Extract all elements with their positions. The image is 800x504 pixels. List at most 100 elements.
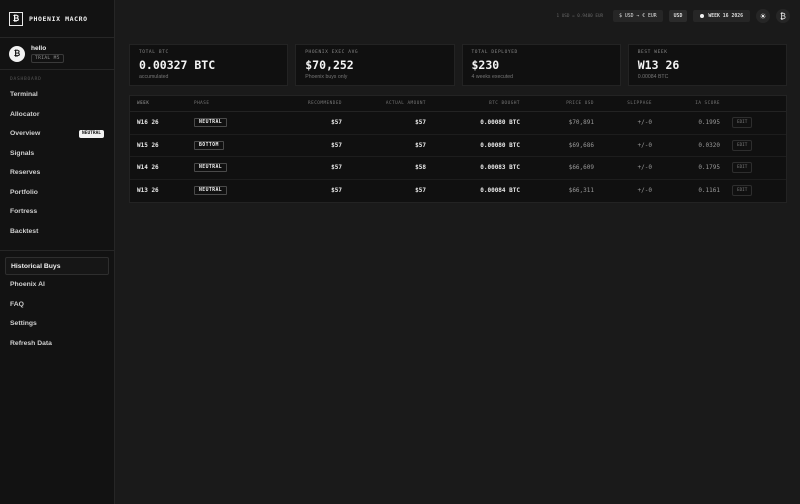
column-header-recommended: RECOMMENDED	[308, 101, 342, 106]
cell-actual-amount: $57	[415, 119, 426, 127]
user-name: hello	[31, 44, 47, 52]
plan-badge: TRIAL M5	[31, 53, 64, 63]
cell-ia-score: 0.1795	[698, 164, 720, 172]
cell-btc-bought: 0.00080 BTC	[480, 119, 520, 127]
cell-actual-amount: $57	[415, 187, 426, 195]
sidebar-item-label: Fortress	[10, 208, 38, 216]
stat-subtext: accumulated	[139, 74, 169, 80]
main-nav: Terminal Allocator Overview NEUTRAL Sign…	[0, 85, 114, 241]
cell-week: W16 26	[137, 119, 159, 127]
sidebar-item-label: Reserves	[10, 169, 41, 177]
sidebar: ₿ PHOENIX MACRO ₿ hello TRIAL M5 DASHBOA…	[0, 0, 115, 504]
secondary-nav: Historical Buys Phoenix AI FAQ Settings …	[0, 257, 114, 353]
stat-subtext: Phoenix buys only	[305, 74, 348, 80]
sidebar-item-label: Phoenix AI	[10, 281, 45, 289]
brand-name: PHOENIX MACRO	[29, 14, 88, 23]
currency-selector[interactable]: USD	[668, 10, 688, 22]
week-indicator: WEEK 16 2026	[693, 10, 750, 22]
stat-card-exec-avg: PHOENIX EXEC AVG $70,252 Phoenix buys on…	[295, 44, 455, 86]
cell-slippage: +/-0	[637, 164, 652, 172]
cell-actual-amount: $58	[415, 164, 426, 172]
stat-label: TOTAL BTC	[139, 50, 169, 55]
column-header-ia-score: IA SCORE	[695, 101, 720, 106]
phase-badge: NEUTRAL	[194, 186, 228, 196]
cell-ia-score: 0.1995	[698, 119, 720, 127]
sidebar-item-label: Terminal	[10, 91, 38, 99]
sidebar-item-historical-buys[interactable]: Historical Buys	[5, 257, 109, 275]
sidebar-item-backtest[interactable]: Backtest	[0, 222, 114, 242]
cell-week: W14 26	[137, 164, 159, 172]
stat-label: TOTAL DEPLOYED	[471, 50, 518, 55]
sidebar-item-refresh-data[interactable]: Refresh Data	[0, 334, 114, 354]
stat-value: 0.00327 BTC	[139, 58, 216, 72]
edit-button[interactable]: EDIT	[732, 185, 753, 197]
cell-ia-score: 0.0320	[698, 141, 720, 149]
sidebar-item-terminal[interactable]: Terminal	[0, 85, 114, 105]
column-header-week: WEEK	[137, 101, 150, 106]
phase-badge: BOTTOM	[194, 140, 224, 150]
sun-icon[interactable]: ☀	[756, 9, 770, 23]
edit-button[interactable]: EDIT	[732, 139, 753, 151]
table-row: W15 26 BOTTOM $57 $57 0.00080 BTC $69,68…	[130, 135, 786, 157]
stat-card-total-deployed: TOTAL DEPLOYED $230 4 weeks executed	[461, 44, 621, 86]
week-label: WEEK 16 2026	[708, 13, 743, 19]
user-profile[interactable]: ₿ hello TRIAL M5	[0, 38, 114, 70]
stat-label: PHOENIX EXEC AVG	[305, 50, 359, 55]
sidebar-item-allocator[interactable]: Allocator	[0, 105, 114, 125]
sidebar-item-label: Overview	[10, 130, 41, 138]
column-header-btc-bought: BTC BOUGHT	[489, 101, 520, 106]
avatar-icon: ₿	[9, 45, 25, 62]
sidebar-item-fortress[interactable]: Fortress	[0, 202, 114, 222]
sidebar-item-reserves[interactable]: Reserves	[0, 163, 114, 183]
cell-slippage: +/-0	[637, 187, 652, 195]
sidebar-item-faq[interactable]: FAQ	[0, 295, 114, 315]
cell-price-usd: $70,891	[568, 119, 594, 127]
sidebar-item-label: Historical Buys	[11, 262, 61, 270]
table-row: W14 26 NEUTRAL $57 $58 0.00083 BTC $66,6…	[130, 157, 786, 180]
status-dot-icon	[700, 14, 705, 18]
sidebar-item-phoenix-ai[interactable]: Phoenix AI	[0, 275, 114, 295]
cell-btc-bought: 0.00080 BTC	[480, 141, 520, 149]
table-row: W16 26 NEUTRAL $57 $57 0.00080 BTC $70,8…	[130, 112, 786, 135]
sidebar-item-overview[interactable]: Overview NEUTRAL	[0, 124, 114, 144]
phase-badge: NEUTRAL	[194, 118, 228, 128]
sidebar-item-signals[interactable]: Signals	[0, 144, 114, 164]
cell-price-usd: $66,311	[568, 187, 594, 195]
brand-header[interactable]: ₿ PHOENIX MACRO	[0, 0, 114, 38]
sidebar-item-label: FAQ	[10, 300, 24, 308]
cell-slippage: +/-0	[637, 141, 652, 149]
sidebar-item-label: Refresh Data	[10, 339, 52, 347]
currency-toggle-button[interactable]: $ USD → € EUR	[613, 10, 663, 22]
nav-section-label: DASHBOARD	[10, 77, 42, 82]
nav-divider	[0, 250, 114, 251]
sidebar-item-label: Portfolio	[10, 188, 38, 196]
edit-button[interactable]: EDIT	[732, 117, 753, 129]
stat-value: $70,252	[305, 58, 354, 72]
sidebar-item-portfolio[interactable]: Portfolio	[0, 183, 114, 203]
cell-recommended: $57	[331, 141, 342, 149]
sidebar-item-label: Settings	[10, 320, 37, 328]
phase-badge: NEUTRAL	[194, 163, 228, 173]
sidebar-item-settings[interactable]: Settings	[0, 314, 114, 334]
cell-recommended: $57	[331, 164, 342, 172]
stat-cards: TOTAL BTC 0.00327 BTC accumulated PHOENI…	[129, 44, 787, 86]
cell-recommended: $57	[331, 119, 342, 127]
bitcoin-icon[interactable]: ₿	[776, 9, 790, 23]
stat-subtext: 4 weeks executed	[471, 74, 514, 80]
cell-btc-bought: 0.00084 BTC	[480, 187, 520, 195]
edit-button[interactable]: EDIT	[732, 162, 753, 174]
cell-btc-bought: 0.00083 BTC	[480, 164, 520, 172]
table-row: W13 26 NEUTRAL $57 $57 0.00084 BTC $66,3…	[130, 180, 786, 203]
stat-value: $230	[471, 58, 500, 72]
historical-buys-table: WEEK PHASE RECOMMENDED ACTUAL AMOUNT BTC…	[129, 95, 787, 203]
stat-card-best-week: BEST WEEK W13 26 0.00084 BTC	[627, 44, 787, 86]
cell-price-usd: $69,686	[568, 141, 594, 149]
exchange-rate-info: 1 USD = 0.9480 EUR	[556, 13, 604, 19]
stat-value: W13 26	[637, 58, 680, 72]
cell-recommended: $57	[331, 187, 342, 195]
cell-price-usd: $66,609	[568, 164, 594, 172]
sidebar-item-label: Signals	[10, 149, 35, 157]
cell-slippage: +/-0	[637, 119, 652, 127]
stat-label: BEST WEEK	[637, 50, 668, 55]
column-header-price-usd: PRICE USD	[566, 101, 594, 106]
